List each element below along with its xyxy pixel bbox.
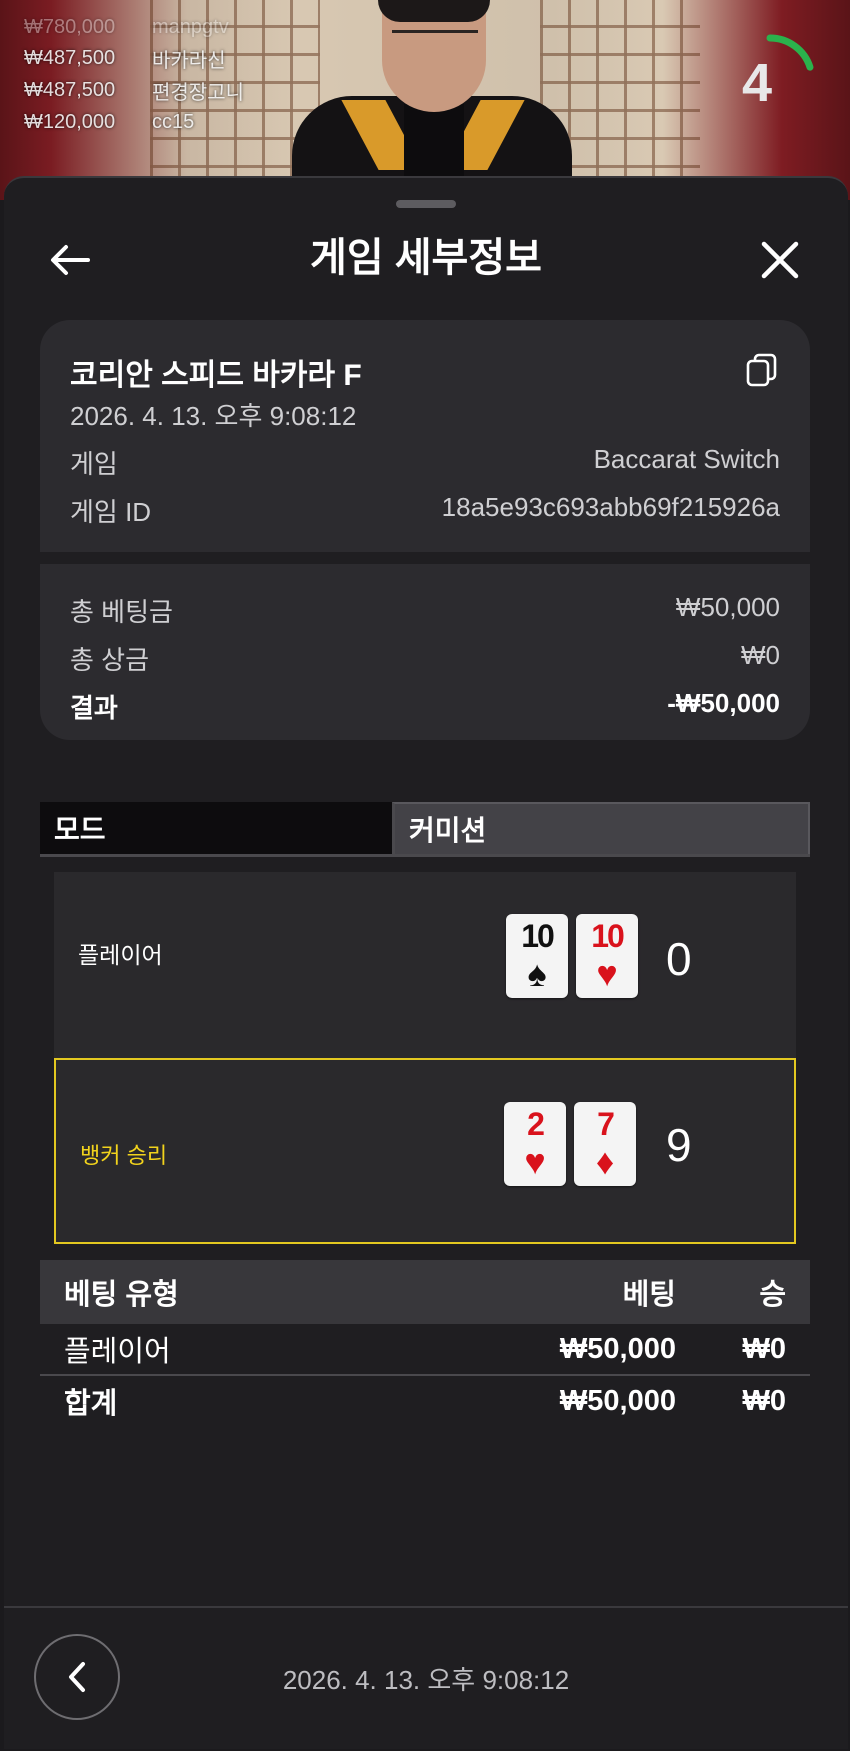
tab-mode[interactable]: 모드 (40, 802, 392, 854)
player-cards: 10 ♠ 10 ♥ (506, 914, 638, 998)
banker-score: 9 (666, 1119, 692, 1171)
result-value: -₩50,000 (667, 688, 780, 718)
copy-icon[interactable] (744, 352, 780, 388)
game-type-row: 게임 Baccarat Switch (70, 444, 780, 479)
countdown-seconds: 4 (741, 53, 773, 113)
round-result-panel: 플레이어 10 ♠ 10 ♥ 0 뱅커 승리 2 ♥ 7 ♦ 9 (54, 872, 796, 1244)
close-button[interactable] (750, 230, 810, 290)
winner-row: ₩487,500 바카라신 (24, 46, 226, 72)
close-icon (761, 241, 799, 279)
recent-winners-list: ₩780,000 manpgtv ₩487,500 바카라신 ₩487,500 … (24, 16, 244, 138)
playing-card: 10 ♥ (576, 914, 638, 998)
result-row: 결과 -₩50,000 (70, 688, 780, 723)
heart-icon: ♥ (596, 953, 618, 994)
drag-handle[interactable] (396, 200, 456, 208)
winner-row: ₩487,500 편경장고니 (24, 78, 244, 104)
winner-row: ₩780,000 manpgtv (24, 15, 229, 38)
heart-icon: ♥ (524, 1141, 546, 1182)
footer-datetime: 2026. 4. 13. 오후 9:08:12 (282, 1665, 570, 1695)
game-type-value: Baccarat Switch (593, 444, 780, 474)
total-win-row: 총 상금 ₩0 (70, 640, 780, 675)
table-name: 코리안 스피드 바카라 F (70, 359, 362, 392)
table-header: 베팅 유형 베팅 승 (40, 1260, 810, 1324)
page-title: 게임 세부정보 (310, 236, 542, 280)
spade-icon: ♠ (527, 953, 547, 994)
game-details-sheet: 게임 세부정보 코리안 스피드 바카라 F 2026. 4. 13. 오후 9:… (4, 176, 848, 1749)
tab-commission[interactable]: 커미션 (392, 802, 810, 854)
playing-card: 2 ♥ (504, 1102, 566, 1186)
game-id-value[interactable]: 18a5e93c693abb69f215926a (442, 492, 780, 529)
banker-hand-winner: 뱅커 승리 2 ♥ 7 ♦ 9 (54, 1058, 796, 1244)
table-row: 플레이어 ₩50,000 ₩0 (40, 1324, 810, 1376)
player-hand: 플레이어 10 ♠ 10 ♥ 0 (54, 872, 796, 1058)
winner-row: ₩120,000 cc15 (24, 110, 195, 133)
banker-cards: 2 ♥ 7 ♦ (504, 1102, 636, 1186)
banker-win-label: 뱅커 승리 (80, 1143, 168, 1168)
dealer-glasses (392, 30, 478, 55)
table-total-row: 합계 ₩50,000 ₩0 (64, 1384, 786, 1421)
player-label: 플레이어 (78, 942, 163, 968)
game-info-card: 코리안 스피드 바카라 F 2026. 4. 13. 오후 9:08:12 게임… (40, 320, 810, 740)
footer-nav: 2026. 4. 13. 오후 9:08:12 (4, 1606, 848, 1751)
mode-tabs: 모드 커미션 (40, 802, 810, 857)
playing-card: 10 ♠ (506, 914, 568, 998)
game-datetime: 2026. 4. 13. 오후 9:08:12 (70, 401, 357, 431)
total-bet-row: 총 베팅금 ₩50,000 (70, 592, 780, 627)
bet-table: 베팅 유형 베팅 승 플레이어 ₩50,000 ₩0 합계 ₩50,000 ₩0 (40, 1260, 810, 1426)
player-score: 0 (666, 933, 692, 985)
divider (40, 552, 810, 564)
game-id-row: 게임 ID 18a5e93c693abb69f215926a (70, 492, 780, 529)
diamond-icon: ♦ (595, 1141, 615, 1182)
live-video-feed: ₩780,000 manpgtv ₩487,500 바카라신 ₩487,500 … (0, 0, 850, 200)
playing-card: 7 ♦ (574, 1102, 636, 1186)
